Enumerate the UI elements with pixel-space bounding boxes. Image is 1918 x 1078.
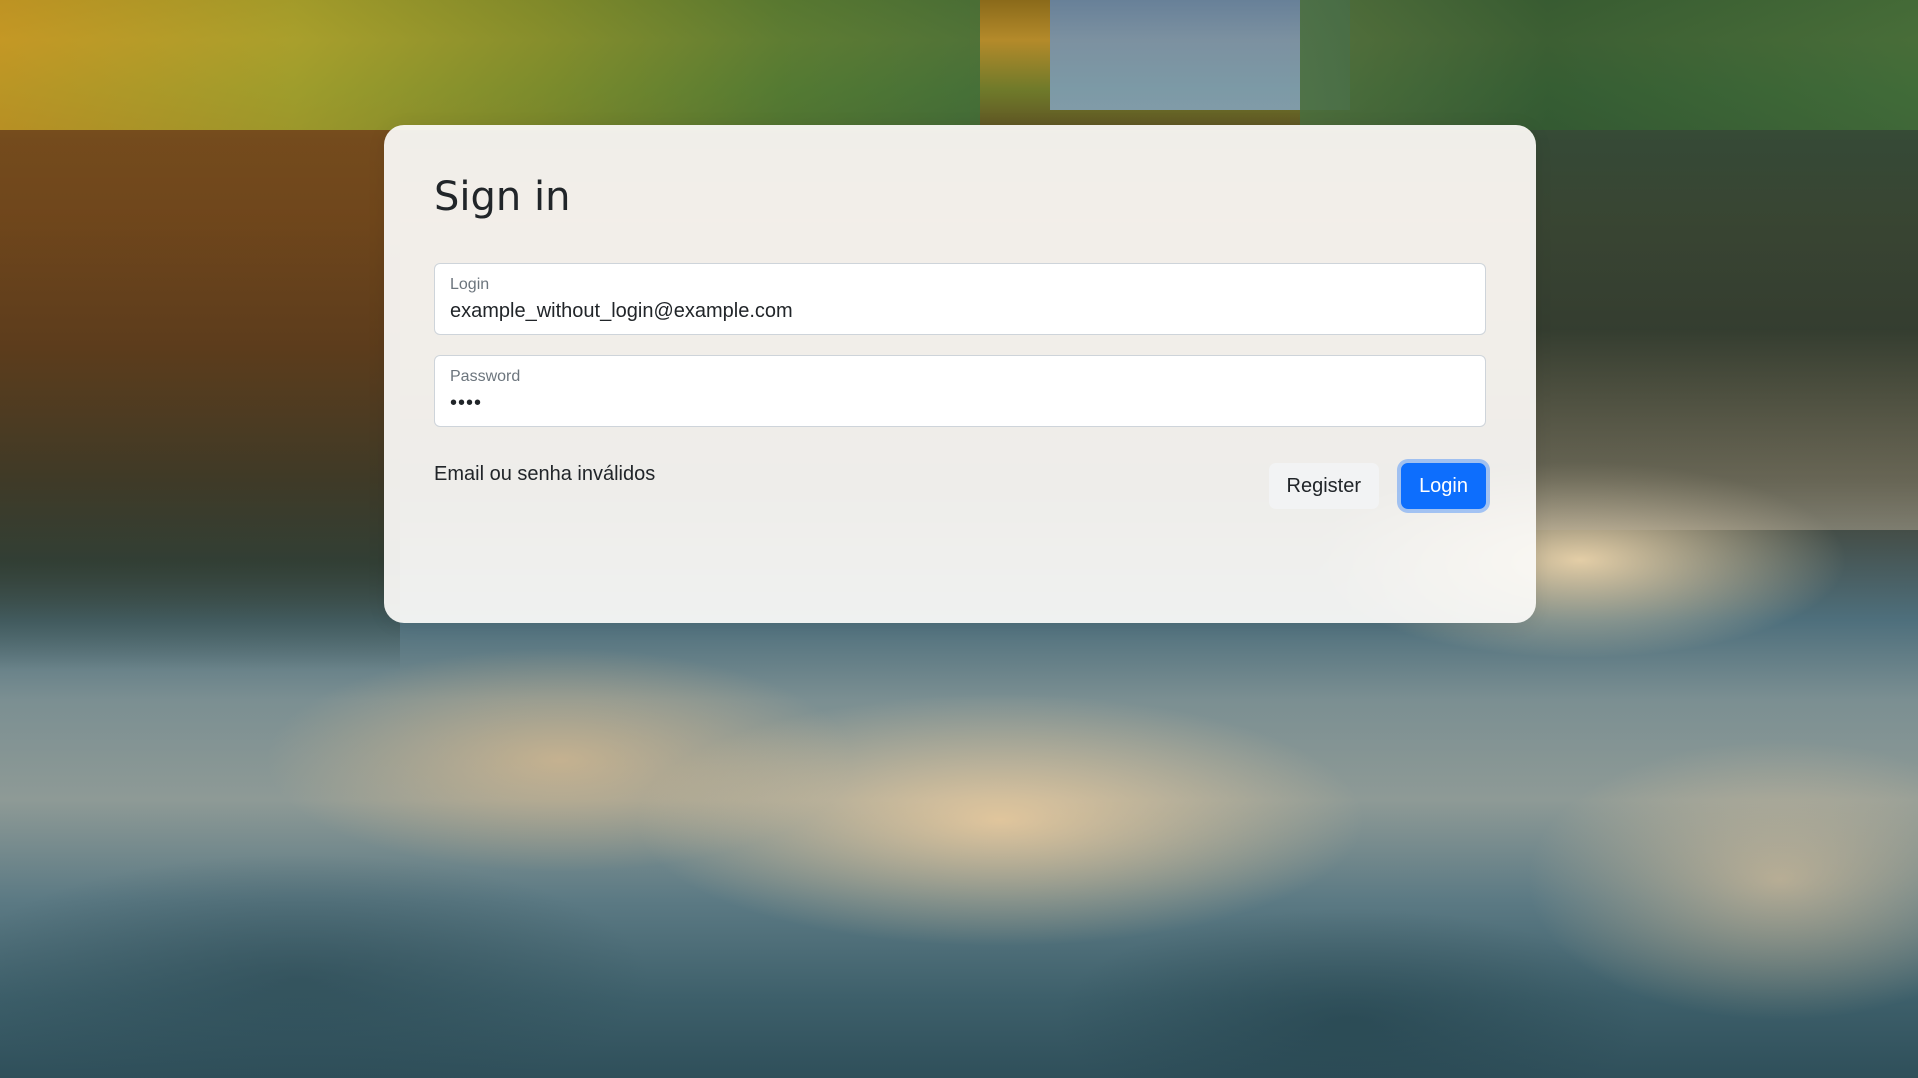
register-button[interactable]: Register xyxy=(1268,463,1379,509)
background-forest-left xyxy=(0,0,980,130)
background-forest-right xyxy=(1300,0,1918,130)
login-label: Login xyxy=(450,276,490,293)
password-input[interactable]: •••• xyxy=(450,391,1470,415)
login-input[interactable]: example_without_login@example.com xyxy=(450,299,1470,323)
error-message: Email ou senha inválidos xyxy=(434,463,656,485)
page-title: Sign in xyxy=(434,174,571,220)
sign-in-card: Sign in Login example_without_login@exam… xyxy=(384,125,1536,623)
login-button[interactable]: Login xyxy=(1401,463,1486,509)
form-actions: Email ou senha inválidos Register Login xyxy=(434,459,1486,511)
password-field[interactable]: Password •••• xyxy=(434,355,1486,427)
background-reflection-right xyxy=(1530,130,1918,530)
password-label: Password xyxy=(450,368,521,385)
login-field[interactable]: Login example_without_login@example.com xyxy=(434,263,1486,335)
background-reflection-left xyxy=(0,130,400,670)
